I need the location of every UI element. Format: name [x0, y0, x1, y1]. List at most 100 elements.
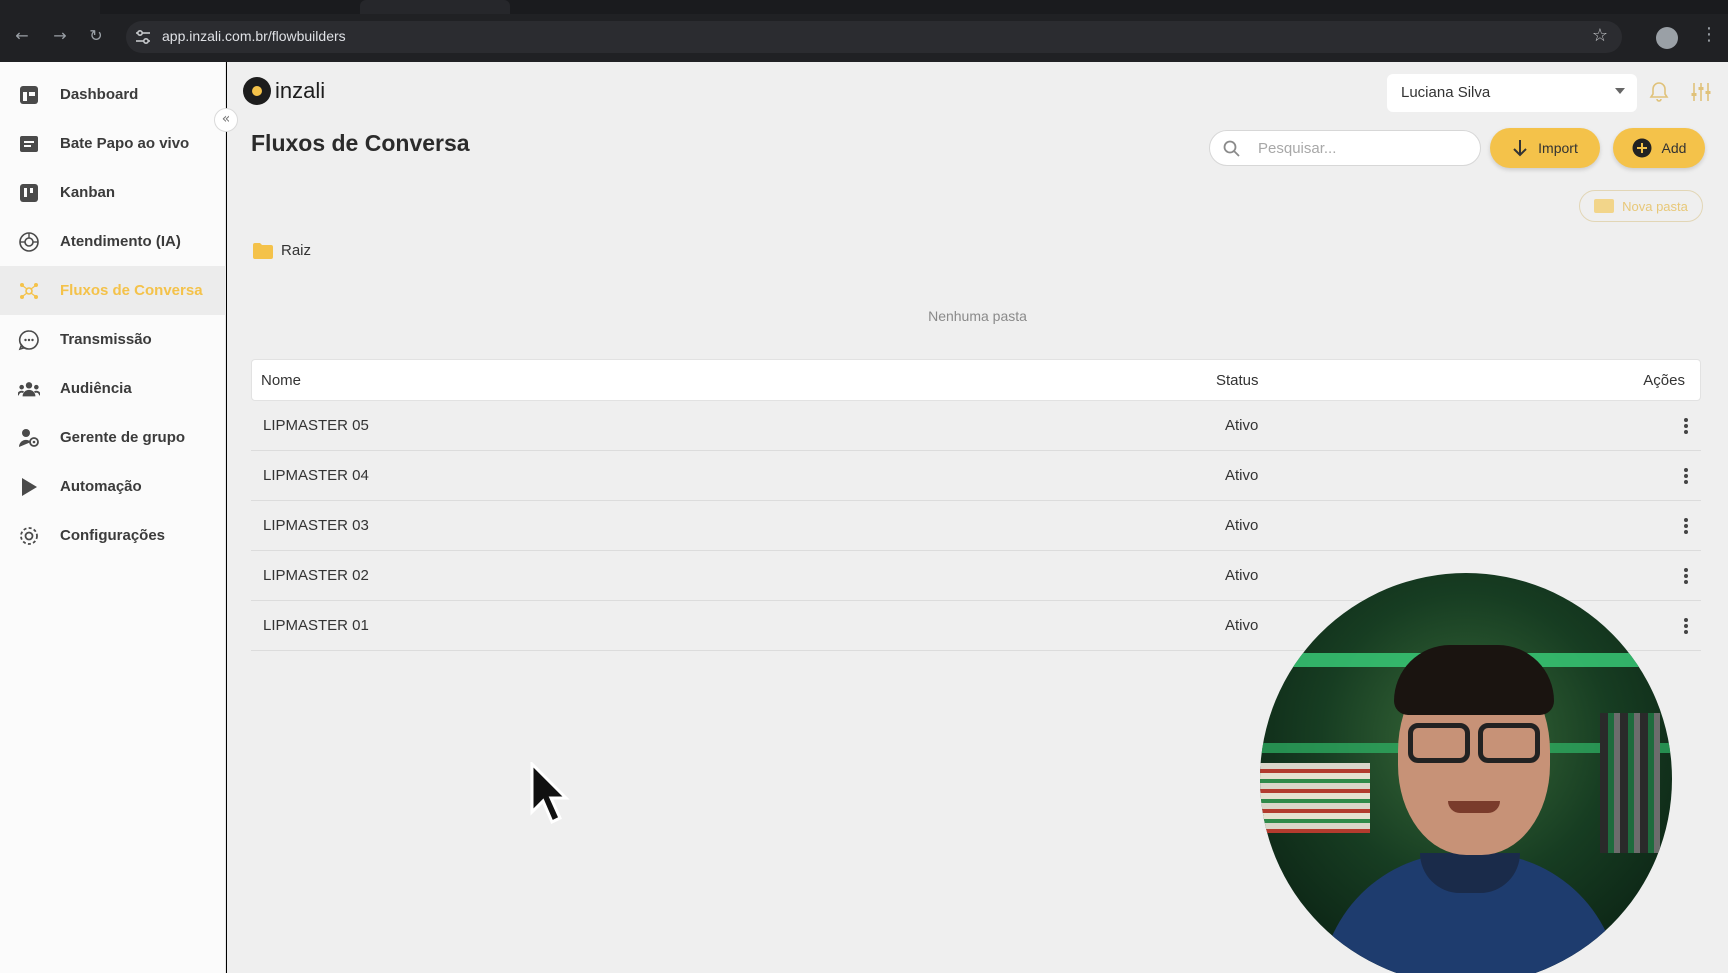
- dashboard-icon: [18, 84, 40, 106]
- add-button[interactable]: Add: [1613, 128, 1705, 168]
- browser-tab-active[interactable]: [0, 0, 100, 14]
- folder-icon: [253, 242, 273, 259]
- webcam-person-hair: [1394, 645, 1554, 715]
- flow-status: Ativo: [1225, 617, 1259, 634]
- browser-tab[interactable]: [360, 0, 510, 14]
- plus-circle-icon: [1632, 138, 1652, 158]
- play-icon: [18, 476, 40, 498]
- table-row[interactable]: LIPMASTER 04 Ativo: [251, 451, 1701, 501]
- flow-status: Ativo: [1225, 417, 1259, 434]
- group-manager-icon: [18, 427, 40, 449]
- logo-mark: [243, 77, 271, 105]
- new-folder-button[interactable]: Nova pasta: [1579, 190, 1703, 222]
- row-actions-icon[interactable]: [1676, 565, 1696, 587]
- kanban-icon: [18, 182, 40, 204]
- table-row[interactable]: LIPMASTER 03 Ativo: [251, 501, 1701, 551]
- import-label: Import: [1538, 140, 1578, 156]
- webcam-person-mouth: [1448, 801, 1500, 813]
- row-actions-icon[interactable]: [1676, 415, 1696, 437]
- sidebar-item-label: Kanban: [60, 184, 116, 201]
- column-header-name: Nome: [261, 372, 302, 389]
- browser-profile-avatar[interactable]: [1656, 27, 1678, 49]
- site-settings-icon[interactable]: [134, 28, 152, 46]
- tab-strip: [0, 0, 1728, 14]
- sidebar-item-automation[interactable]: Automação: [0, 462, 226, 511]
- caret-down-icon: [1615, 88, 1625, 94]
- row-actions-icon[interactable]: [1676, 515, 1696, 537]
- browser-chrome: ← → ↻ app.inzali.com.br/flowbuilders ☆ ⋮: [0, 0, 1728, 62]
- page-title: Fluxos de Conversa: [251, 130, 470, 156]
- webcam-books: [1260, 763, 1370, 833]
- flow-status: Ativo: [1225, 567, 1259, 584]
- sidebar-item-dashboard[interactable]: Dashboard: [0, 70, 226, 119]
- table-header: Nome Status Ações: [251, 359, 1701, 401]
- table-row[interactable]: LIPMASTER 05 Ativo: [251, 401, 1701, 451]
- webcam-glasses: [1478, 723, 1540, 763]
- arrow-down-icon: [1512, 139, 1528, 157]
- back-icon[interactable]: ←: [12, 26, 32, 46]
- reload-icon[interactable]: ↻: [86, 26, 106, 46]
- import-button[interactable]: Import: [1490, 128, 1600, 168]
- flow-status: Ativo: [1225, 467, 1259, 484]
- sliders-icon[interactable]: [1689, 80, 1713, 104]
- row-actions-icon[interactable]: [1676, 615, 1696, 637]
- sidebar-item-label: Dashboard: [60, 86, 139, 103]
- sidebar-item-broadcast[interactable]: Transmissão: [0, 315, 226, 364]
- sidebar-item-label: Atendimento (IA): [60, 233, 181, 250]
- sidebar-item-label: Transmissão: [60, 331, 152, 348]
- new-folder-label: Nova pasta: [1622, 198, 1688, 214]
- sidebar-item-label: Fluxos de Conversa: [60, 282, 203, 299]
- broadcast-icon: [18, 329, 40, 351]
- search-icon: [1223, 140, 1240, 157]
- sidebar-item-label: Audiência: [60, 380, 132, 397]
- brain-icon: [18, 231, 40, 253]
- breadcrumb-root: Raiz: [281, 242, 312, 259]
- empty-folders-message: Nenhuma pasta: [928, 308, 1027, 324]
- webcam-glasses: [1408, 723, 1470, 763]
- flow-name: LIPMASTER 04: [263, 467, 369, 484]
- folder-plus-icon: [1594, 199, 1615, 213]
- sidebar-item-label: Automação: [60, 478, 142, 495]
- browser-menu-icon[interactable]: ⋮: [1700, 24, 1718, 45]
- column-header-actions: Ações: [1643, 372, 1685, 389]
- sidebar-item-label: Bate Papo ao vivo: [60, 135, 190, 152]
- flow-icon: [18, 280, 40, 302]
- user-name: Luciana Silva: [1401, 84, 1491, 101]
- flow-name: LIPMASTER 03: [263, 517, 369, 534]
- bell-icon[interactable]: [1647, 80, 1671, 104]
- bookmark-star-icon[interactable]: ☆: [1592, 25, 1608, 46]
- sidebar-item-group-manager[interactable]: Gerente de grupo: [0, 413, 226, 462]
- webcam-overlay: [1260, 573, 1672, 973]
- flow-status: Ativo: [1225, 517, 1259, 534]
- search-input[interactable]: [1258, 137, 1468, 159]
- logo-text: inzali: [275, 78, 326, 103]
- address-bar[interactable]: app.inzali.com.br/flowbuilders ☆: [126, 21, 1622, 53]
- user-select[interactable]: Luciana Silva: [1387, 74, 1637, 112]
- add-label: Add: [1661, 140, 1687, 156]
- sidebar-item-ai-service[interactable]: Atendimento (IA): [0, 217, 226, 266]
- sidebar-item-kanban[interactable]: Kanban: [0, 168, 226, 217]
- audience-icon: [18, 378, 40, 400]
- forward-icon[interactable]: →: [50, 26, 70, 46]
- chat-icon: [18, 133, 40, 155]
- mouse-cursor-icon: [530, 762, 570, 825]
- flow-name: LIPMASTER 02: [263, 567, 369, 584]
- column-header-status: Status: [1216, 372, 1259, 389]
- sidebar: Dashboard Bate Papo ao vivo Kanban Atend…: [0, 62, 226, 973]
- gear-icon: [18, 525, 40, 547]
- sidebar-item-label: Configurações: [60, 527, 166, 544]
- flow-name: LIPMASTER 05: [263, 417, 369, 434]
- flow-name: LIPMASTER 01: [263, 617, 369, 634]
- webcam-books: [1600, 713, 1660, 853]
- search-box[interactable]: [1209, 130, 1481, 166]
- collapse-sidebar-button[interactable]: «: [214, 108, 238, 132]
- row-actions-icon[interactable]: [1676, 465, 1696, 487]
- sidebar-item-conversation-flows[interactable]: Fluxos de Conversa: [0, 266, 226, 315]
- breadcrumb[interactable]: Raiz: [253, 242, 311, 259]
- sidebar-item-live-chat[interactable]: Bate Papo ao vivo: [0, 119, 226, 168]
- sidebar-item-settings[interactable]: Configurações: [0, 511, 226, 560]
- sidebar-item-label: Gerente de grupo: [60, 429, 186, 446]
- url-text: app.inzali.com.br/flowbuilders: [162, 28, 346, 44]
- app-logo: inzali: [243, 76, 325, 106]
- sidebar-item-audience[interactable]: Audiência: [0, 364, 226, 413]
